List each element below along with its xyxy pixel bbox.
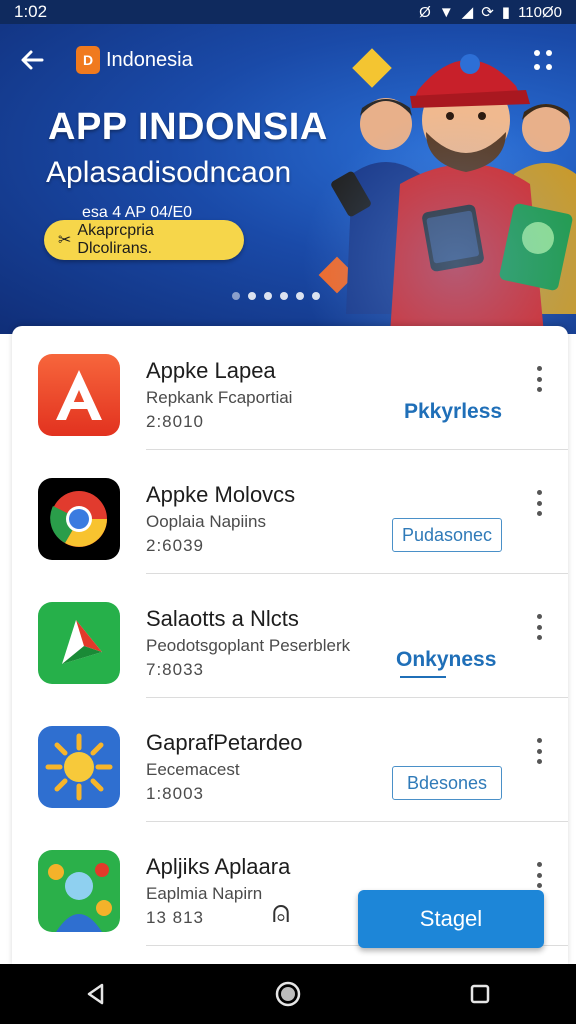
app-name: Appke Lapea [146,358,276,383]
app-action-button[interactable]: Bdesones [392,766,502,800]
status-icons: Ø ▼ ◢ ⟳ ▮ 110Ø0 [419,3,562,22]
sun-icon [38,726,120,808]
status-time: 1:02 [14,2,48,21]
app-action-link[interactable]: Onkyness [396,648,496,678]
list-item[interactable]: Appke Molovcs Ooplaia Napiins 2:6039 Pud… [12,450,568,574]
country-label: Indonesia [106,48,193,71]
country-chip[interactable]: D Indonesia [76,46,193,74]
hero-cta-button[interactable]: ✂ Akaprcpria Dlcolirans. [44,220,244,260]
app-name: Apljiks Aplaara [146,854,291,879]
battery-text: 110Ø0 [518,3,562,21]
app-meta: 2:8010 [146,412,204,431]
triangle-back-icon [87,983,104,1005]
app-meta: 13 813 [146,908,204,927]
sync-icon: ⟳ [481,4,494,21]
back-button[interactable] [18,46,54,76]
scissors-icon: ✂ [58,232,72,249]
nav-recents-button[interactable] [460,974,500,1014]
app-icon[interactable] [38,478,120,560]
nav-home-button[interactable] [268,974,308,1014]
overflow-menu-icon[interactable] [534,366,544,392]
app-subtitle: Peodotsgoplant Peserblerk [146,636,351,655]
chrome-style-icon [38,478,120,560]
battery-icon: ▮ [501,4,511,21]
carousel-indicator[interactable] [232,292,320,300]
system-nav-bar [0,964,576,1024]
letter-a-icon [38,354,120,436]
floating-action-button[interactable]: Stagel [358,890,544,948]
people-illustration [331,54,576,334]
overflow-menu-icon[interactable] [534,862,544,888]
app-meta: 7:8033 [146,660,204,679]
hero-cta-label: Akaprcpria Dlcolirans. [77,222,154,257]
circle-home-icon [275,981,301,1007]
overflow-menu-icon[interactable] [534,614,544,640]
list-item[interactable]: Appke Lapea Repkank Fcaportiai 2:8010 Pk… [12,326,568,450]
app-subtitle: Eecemacest [146,760,240,779]
nav-back-button[interactable] [76,974,116,1014]
app-meta: 2:6039 [146,536,204,555]
app-icon[interactable] [38,726,120,808]
app-name: Appke Molovcs [146,482,296,507]
overflow-menu-icon[interactable] [534,490,544,516]
app-action-button[interactable]: Pudasonec [392,518,502,552]
app-subtitle: Ooplaia Napiins [146,512,267,531]
app-subtitle: Eaplmia Napirn [146,884,263,903]
hero-title: APP INDONSIA [48,106,328,148]
hero-subtitle: Aplasadisodncaon [46,156,292,189]
status-bar: 1:02 Ø ▼ ◢ ⟳ ▮ 110Ø0 [0,0,576,24]
play-triangle-icon [38,602,120,684]
app-icon[interactable] [38,850,120,932]
app-action-link[interactable]: Pkkyrless [404,400,502,424]
pointer-cursor-icon: ⍝ [272,896,290,929]
data-saver-icon: Ø [419,3,431,21]
square-recents-icon [470,984,490,1004]
app-name: Salaotts a Nlcts [146,606,299,631]
decor-shape [318,256,356,294]
signal-icon: ◢ [461,4,474,21]
overflow-menu-icon[interactable] [534,738,544,764]
app-meta: 1:8003 [146,784,204,803]
country-badge-icon: D [76,46,100,74]
app-subtitle: Repkank Fcaportiai [146,388,293,407]
hero-banner[interactable]: D Indonesia APP INDONSIA Aplasadisodncao… [0,24,576,334]
app-name: GaprafPetardeo [146,730,303,755]
person-icon [38,850,120,932]
list-item[interactable]: GaprafPetardeo Eecemacest 1:8003 Bdesone… [12,698,568,822]
back-arrow-icon [21,50,44,70]
app-list: Appke Lapea Repkank Fcaportiai 2:8010 Pk… [12,326,568,966]
list-item[interactable]: Salaotts a Nlcts Peodotsgoplant Peserble… [12,574,568,698]
app-icon[interactable] [38,602,120,684]
wifi-icon: ▼ [438,3,454,21]
app-icon[interactable] [38,354,120,436]
